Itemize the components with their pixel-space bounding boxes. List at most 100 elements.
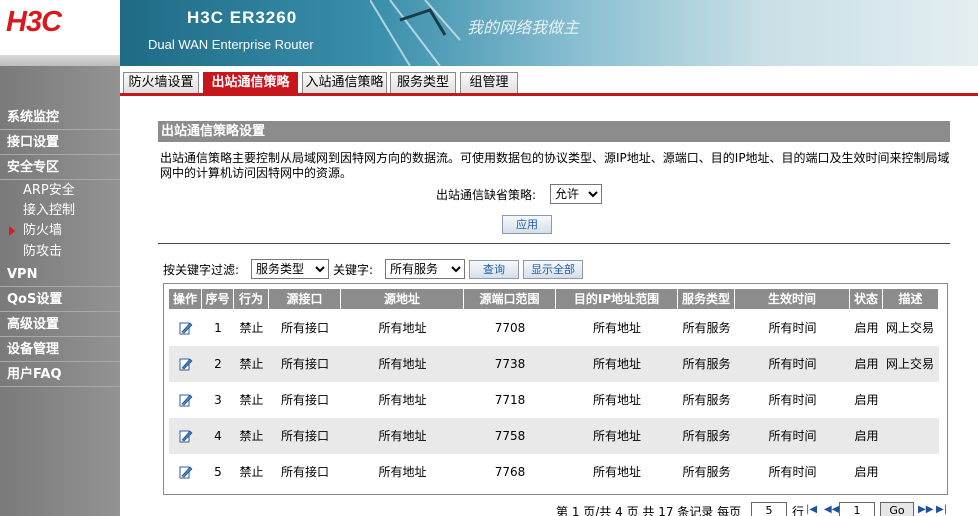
menu-advanced-settings[interactable]: 高级设置 xyxy=(0,313,120,337)
row-source-address: 所有地址 xyxy=(378,393,427,407)
h3c-logo: H3C xyxy=(6,6,62,38)
col-header-index: 序号 xyxy=(202,289,234,309)
row-source-interface: 所有接口 xyxy=(280,393,329,407)
col-header-service: 服务类型 xyxy=(678,289,735,309)
row-service: 所有服务 xyxy=(682,465,731,479)
col-header-dest-ip: 目的IP地址范围 xyxy=(556,289,678,309)
edit-icon[interactable] xyxy=(179,429,193,443)
table-row: 5 禁止 所有接口 所有地址 7768 所有地址 所有服务 所有时间 启用 xyxy=(169,454,939,490)
first-page-icon[interactable]: |◀ xyxy=(806,504,817,515)
submenu-access-control[interactable]: 接入控制 xyxy=(0,201,120,221)
col-header-source-address: 源地址 xyxy=(341,289,464,309)
row-description: 网上交易 xyxy=(886,321,935,335)
row-description xyxy=(883,418,939,454)
go-button[interactable]: Go xyxy=(880,502,914,516)
per-page-unit: 行 xyxy=(792,505,805,516)
submenu-label: 防火墙 xyxy=(23,223,63,238)
row-service: 所有服务 xyxy=(682,429,731,443)
row-status: 启用 xyxy=(854,393,879,407)
row-time: 所有时间 xyxy=(768,393,817,407)
tab-bar: 防火墙设置 出站通信策略 入站通信策略 服务类型 组管理 xyxy=(120,66,978,96)
submenu-anti-attack[interactable]: 防攻击 xyxy=(0,242,120,262)
tab-inbound-policy[interactable]: 入站通信策略 xyxy=(302,72,387,94)
table-row: 1 禁止 所有接口 所有地址 7708 所有地址 所有服务 所有时间 启用 网上交易 xyxy=(169,310,939,346)
submenu-label: ARP安全 xyxy=(23,183,75,198)
row-index: 5 xyxy=(214,465,222,479)
row-source-address: 所有地址 xyxy=(378,465,427,479)
row-time: 所有时间 xyxy=(768,321,817,335)
menu-interface-settings[interactable]: 接口设置 xyxy=(0,131,120,155)
row-description: 网上交易 xyxy=(886,357,935,371)
row-source-port: 7738 xyxy=(494,357,526,371)
slogan: 我的网络我做主 xyxy=(467,18,580,37)
row-status: 启用 xyxy=(854,429,879,443)
menu-vpn[interactable]: VPN xyxy=(0,263,120,287)
query-button[interactable]: 查询 xyxy=(469,260,519,279)
tab-underline xyxy=(120,93,978,96)
edit-icon[interactable] xyxy=(179,321,193,335)
tab-group-management[interactable]: 组管理 xyxy=(460,72,518,94)
menu-user-faq[interactable]: 用户FAQ xyxy=(0,363,120,387)
policy-table: 操作 序号 行为 源接口 源地址 源端口范围 目的IP地址范围 服务类型 生效时… xyxy=(163,283,948,495)
col-header-source-interface: 源接口 xyxy=(269,289,341,309)
product-title: H3C ER3260 xyxy=(187,8,298,27)
row-source-interface: 所有接口 xyxy=(280,321,329,335)
submenu-arp-security[interactable]: ARP安全 xyxy=(0,181,120,201)
row-status: 启用 xyxy=(854,357,879,371)
row-source-port: 7758 xyxy=(494,429,526,443)
row-source-port: 7718 xyxy=(494,393,526,407)
divider xyxy=(158,243,950,244)
default-policy-select[interactable]: 允许 xyxy=(550,184,602,204)
router-admin-page: H3C H3C ER3260 Dual WAN Enterprise Route… xyxy=(0,0,978,516)
prev-page-icon[interactable]: ◀◀ xyxy=(824,504,839,515)
row-source-address: 所有地址 xyxy=(378,357,427,371)
header-banner: H3C ER3260 Dual WAN Enterprise Router 我的… xyxy=(120,0,978,66)
edit-icon[interactable] xyxy=(179,357,193,371)
row-action: 禁止 xyxy=(239,357,264,371)
col-header-description: 描述 xyxy=(883,289,939,309)
row-source-address: 所有地址 xyxy=(378,429,427,443)
menu-security[interactable]: 安全专区 xyxy=(0,156,120,180)
filter-field-select[interactable]: 服务类型 xyxy=(251,259,329,279)
row-source-interface: 所有接口 xyxy=(280,465,329,479)
row-service: 所有服务 xyxy=(682,321,731,335)
menu-system-monitor[interactable]: 系统监控 xyxy=(0,106,120,130)
menu-qos-settings[interactable]: QoS设置 xyxy=(0,288,120,312)
per-page-input[interactable]: 5 xyxy=(751,502,787,516)
apply-button[interactable]: 应用 xyxy=(502,215,552,234)
selected-arrow-icon xyxy=(9,226,15,236)
row-time: 所有时间 xyxy=(768,357,817,371)
row-dest-ip: 所有地址 xyxy=(592,393,641,407)
col-header-time: 生效时间 xyxy=(735,289,850,309)
keyword-select[interactable]: 所有服务 xyxy=(385,259,465,279)
submenu-label: 接入控制 xyxy=(23,203,76,218)
row-description xyxy=(883,382,939,418)
table-row: 4 禁止 所有接口 所有地址 7758 所有地址 所有服务 所有时间 启用 xyxy=(169,418,939,454)
keyword-label: 关键字: xyxy=(333,263,374,277)
table-row: 3 禁止 所有接口 所有地址 7718 所有地址 所有服务 所有时间 启用 xyxy=(169,382,939,418)
row-action: 禁止 xyxy=(239,321,264,335)
next-page-icon[interactable]: ▶▶ xyxy=(918,504,933,515)
menu-device-management[interactable]: 设备管理 xyxy=(0,338,120,362)
page-number-input[interactable]: 1 xyxy=(839,502,875,516)
filter-label: 按关键字过滤: xyxy=(163,263,240,277)
row-source-port: 7708 xyxy=(494,321,526,335)
submenu-firewall[interactable]: 防火墙 xyxy=(0,221,120,241)
section-description: 出站通信策略主要控制从局域网到因特网方向的数据流。可使用数据包的协议类型、源IP… xyxy=(160,151,950,180)
row-service: 所有服务 xyxy=(682,393,731,407)
tab-firewall-settings[interactable]: 防火墙设置 xyxy=(123,72,199,94)
edit-icon[interactable] xyxy=(179,465,193,479)
row-status: 启用 xyxy=(854,465,879,479)
col-header-status: 状态 xyxy=(850,289,883,309)
sidebar: 系统监控 接口设置 安全专区 ARP安全 接入控制 防火墙 防攻击 VPN Qo… xyxy=(0,66,120,516)
tab-outbound-policy[interactable]: 出站通信策略 xyxy=(203,72,298,94)
row-action: 禁止 xyxy=(239,393,264,407)
row-action: 禁止 xyxy=(239,465,264,479)
tab-service-types[interactable]: 服务类型 xyxy=(390,72,456,94)
last-page-icon[interactable]: ▶| xyxy=(936,504,947,515)
show-all-button[interactable]: 显示全部 xyxy=(523,260,583,279)
row-index: 1 xyxy=(214,321,222,335)
edit-icon[interactable] xyxy=(179,393,193,407)
table-row: 2 禁止 所有接口 所有地址 7738 所有地址 所有服务 所有时间 启用 网上交易 xyxy=(169,346,939,382)
row-status: 启用 xyxy=(854,321,879,335)
